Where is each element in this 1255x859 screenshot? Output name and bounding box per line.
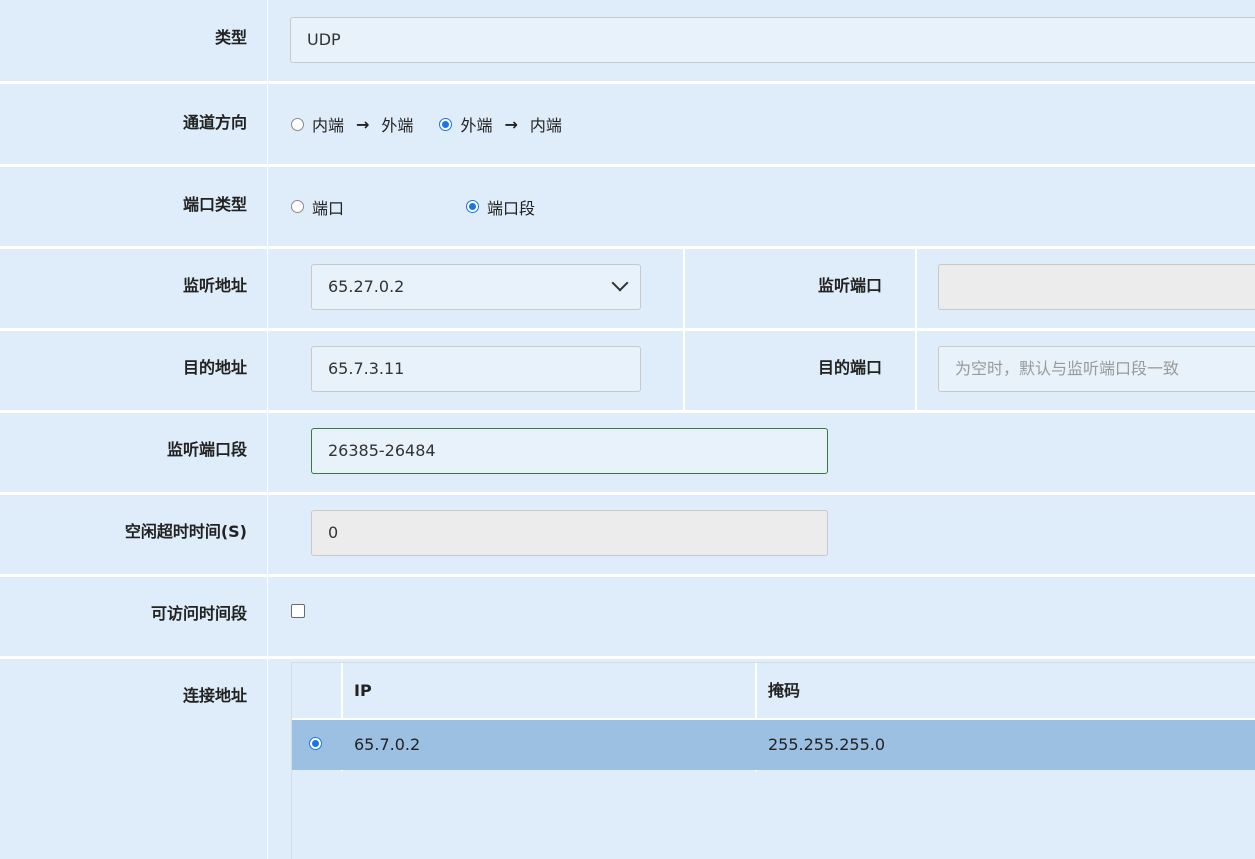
divider xyxy=(915,249,917,328)
row-type: 类型 UDP xyxy=(0,0,1255,81)
listen-addr-select[interactable]: 65.27.0.2 xyxy=(311,264,641,310)
port-type-port-label: 端口 xyxy=(312,198,345,218)
chevron-down-icon xyxy=(611,274,629,292)
label-cell: 可访问时间段 xyxy=(0,577,268,656)
port-type-label: 端口类型 xyxy=(182,195,247,214)
row-listen-range: 监听端口段 26385-26484 xyxy=(0,413,1255,492)
field-cell: 0 xyxy=(269,495,1255,574)
table-header: IP 掩码 xyxy=(292,663,1255,720)
field-cell: 26385-26484 xyxy=(269,413,1255,492)
row-conn-addr: 连接地址 IP 掩码 65.7.0.2 255.255.255.0 xyxy=(0,659,1255,859)
field-cell: 65.27.0.2 监听端口 xyxy=(269,249,1255,328)
arrow-right-icon: → xyxy=(356,114,370,134)
proxy-form: 类型 UDP 通道方向 内端 → 外端 外端 → 内端 端口类型 端口 端口段 … xyxy=(0,0,1255,859)
row-access-time: 可访问时间段 xyxy=(0,577,1255,656)
label-cell: 端口类型 xyxy=(0,167,268,246)
label-cell: 目的地址 xyxy=(0,331,268,410)
dest-addr-label: 目的地址 xyxy=(182,358,247,377)
access-time-label: 可访问时间段 xyxy=(150,604,247,623)
label-cell: 监听端口段 xyxy=(0,413,268,492)
field-cell: 65.7.3.11 目的端口 为空时，默认与监听端口段一致 xyxy=(269,331,1255,410)
field-cell: 端口 端口段 xyxy=(269,167,1255,246)
row-ip: 65.7.0.2 xyxy=(354,735,421,754)
radio-icon[interactable] xyxy=(309,737,322,750)
listen-range-input[interactable]: 26385-26484 xyxy=(311,428,828,474)
radio-icon[interactable] xyxy=(439,117,453,131)
direction-option-in-out[interactable]: 内端 → 外端 xyxy=(291,112,413,136)
idle-timeout-label: 空闲超时时间(S) xyxy=(124,522,247,541)
type-value: UDP xyxy=(307,30,341,49)
column-header-mask: 掩码 xyxy=(768,681,801,700)
row-port-type: 端口类型 端口 端口段 xyxy=(0,167,1255,246)
row-mask: 255.255.255.0 xyxy=(768,735,886,754)
checkbox-icon[interactable] xyxy=(291,604,305,618)
divider xyxy=(683,331,685,410)
idle-timeout-input[interactable]: 0 xyxy=(311,510,828,556)
listen-port-label: 监听端口 xyxy=(818,276,883,295)
label-cell: 连接地址 xyxy=(0,659,268,859)
row-dest: 目的地址 65.7.3.11 目的端口 为空时，默认与监听端口段一致 xyxy=(0,331,1255,410)
radio-icon[interactable] xyxy=(466,200,479,213)
divider xyxy=(915,331,917,410)
type-label: 类型 xyxy=(214,28,247,47)
listen-addr-label: 监听地址 xyxy=(182,276,247,295)
row-idle-timeout: 空闲超时时间(S) 0 xyxy=(0,495,1255,574)
dest-port-input[interactable]: 为空时，默认与监听端口段一致 xyxy=(938,346,1255,392)
label-cell: 监听地址 xyxy=(0,249,268,328)
port-type-option-port[interactable]: 端口 xyxy=(291,195,466,219)
direction-to-label: 内端 xyxy=(529,116,562,135)
port-type-option-range[interactable]: 端口段 xyxy=(466,195,535,219)
dest-addr-input[interactable]: 65.7.3.11 xyxy=(311,346,641,392)
conn-addr-table: IP 掩码 65.7.0.2 255.255.255.0 xyxy=(291,662,1255,859)
listen-port-input[interactable] xyxy=(938,264,1255,310)
listen-range-label: 监听端口段 xyxy=(166,440,247,459)
arrow-right-icon: → xyxy=(504,114,518,134)
direction-option-out-in[interactable]: 外端 → 内端 xyxy=(439,112,562,136)
table-row[interactable]: 65.7.0.2 255.255.255.0 xyxy=(292,720,1255,770)
direction-label: 通道方向 xyxy=(182,113,247,132)
label-cell: 空闲超时时间(S) xyxy=(0,495,268,574)
label-cell: 通道方向 xyxy=(0,84,268,164)
field-cell: UDP xyxy=(269,0,1255,81)
field-cell xyxy=(269,577,1255,656)
row-direction: 通道方向 内端 → 外端 外端 → 内端 xyxy=(0,84,1255,164)
field-cell: 内端 → 外端 外端 → 内端 xyxy=(269,84,1255,164)
radio-icon[interactable] xyxy=(291,117,304,131)
port-type-range-label: 端口段 xyxy=(487,198,536,218)
radio-icon[interactable] xyxy=(291,200,304,213)
direction-from-label: 外端 xyxy=(460,116,493,135)
direction-radio-group: 内端 → 外端 外端 → 内端 xyxy=(291,84,562,164)
idle-timeout-value: 0 xyxy=(328,523,339,542)
port-type-radio-group: 端口 端口段 xyxy=(291,167,535,246)
direction-from-label: 内端 xyxy=(312,116,345,135)
field-cell: IP 掩码 65.7.0.2 255.255.255.0 xyxy=(269,659,1255,859)
column-header-ip: IP xyxy=(354,681,372,700)
direction-to-label: 外端 xyxy=(381,116,414,135)
listen-range-value: 26385-26484 xyxy=(328,441,436,460)
dest-port-placeholder: 为空时，默认与监听端口段一致 xyxy=(955,359,1180,378)
listen-addr-value: 65.27.0.2 xyxy=(328,277,405,296)
dest-port-label: 目的端口 xyxy=(818,358,883,377)
label-cell: 类型 xyxy=(0,0,268,81)
dest-addr-value: 65.7.3.11 xyxy=(328,359,405,378)
conn-addr-label: 连接地址 xyxy=(182,686,247,705)
divider xyxy=(683,249,685,328)
type-input[interactable]: UDP xyxy=(290,17,1255,63)
row-listen: 监听地址 65.27.0.2 监听端口 xyxy=(0,249,1255,328)
